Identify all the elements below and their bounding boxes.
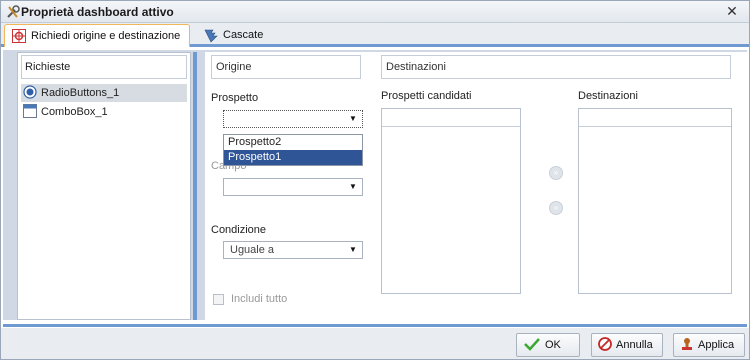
cancel-button[interactable]: Annulla [591, 333, 663, 357]
requests-panel: Richieste RadioButtons_1 ComboBox_1 [17, 52, 191, 320]
destinations-list-header [579, 109, 731, 127]
apply-label: Applica [698, 339, 735, 351]
chevron-down-icon: ▼ [349, 182, 357, 191]
candidates-listbox[interactable] [381, 108, 521, 294]
list-item-label: ComboBox_1 [41, 106, 108, 118]
add-destination-button[interactable]: » [549, 166, 563, 180]
list-item-radiobuttons[interactable]: RadioButtons_1 [21, 84, 187, 102]
dashboard-properties-dialog: Proprietà dashboard attivo ✕ Richiedi or… [0, 0, 750, 360]
footer-divider [3, 324, 747, 327]
prospetto-dropdown: Prospetto2 Prospetto1 [223, 134, 363, 166]
radio-icon [23, 84, 37, 102]
properties-panel: Origine Destinazioni Prospetto ▼ Campo ▼… [205, 52, 747, 320]
origin-header: Origine [211, 55, 361, 79]
ok-label: OK [545, 339, 561, 351]
list-item-label: RadioButtons_1 [41, 87, 120, 99]
checkmark-icon [523, 337, 541, 354]
footer-bar: OK Annulla Applica [1, 328, 749, 359]
close-icon[interactable]: ✕ [725, 4, 739, 18]
chevron-down-icon: ▼ [349, 114, 357, 123]
ok-button[interactable]: OK [516, 333, 580, 357]
combobox-icon [23, 103, 37, 121]
cancel-label: Annulla [616, 339, 653, 351]
candidates-label: Prospetti candidati [381, 90, 472, 102]
condizione-label: Condizione [211, 224, 267, 236]
includi-tutto-label: Includi tutto [231, 293, 288, 305]
dropdown-option-prospetto2[interactable]: Prospetto2 [224, 135, 362, 150]
title-bar: Proprietà dashboard attivo ✕ [1, 1, 749, 23]
dropdown-option-prospetto1[interactable]: Prospetto1 [224, 150, 362, 165]
tab-label: Cascate [223, 29, 264, 41]
tab-request-origin-destination[interactable]: Richiedi origine e destinazione [4, 24, 190, 47]
panel-splitter[interactable] [193, 52, 197, 320]
destinations-listbox[interactable] [578, 108, 732, 294]
requests-header: Richieste [21, 55, 187, 79]
prospetto-label: Prospetto [211, 92, 259, 104]
chevron-down-icon: ▼ [349, 245, 357, 254]
content-area: Richieste RadioButtons_1 ComboBox_1 Orig… [3, 50, 747, 320]
remove-destination-button[interactable]: « [549, 201, 563, 215]
stamp-icon [680, 337, 694, 354]
campo-combo[interactable]: ▼ [223, 178, 363, 196]
tab-strip: Richiedi origine e destinazione Cascate [1, 23, 749, 47]
cascade-icon [203, 27, 219, 43]
candidates-list-header [382, 109, 520, 127]
apply-button[interactable]: Applica [673, 333, 745, 357]
tools-icon [5, 4, 21, 20]
window-title: Proprietà dashboard attivo [21, 5, 174, 19]
includi-tutto-checkbox[interactable] [213, 294, 224, 305]
condizione-combo[interactable]: Uguale a ▼ [223, 241, 363, 259]
tab-label: Richiedi origine e destinazione [31, 30, 181, 42]
tab-cascades[interactable]: Cascate [197, 24, 267, 46]
cancel-icon [598, 336, 612, 354]
target-icon [11, 28, 27, 44]
list-item-combobox[interactable]: ComboBox_1 [21, 103, 187, 121]
condizione-value: Uguale a [230, 244, 275, 256]
destinations-header: Destinazioni [381, 55, 731, 79]
prospetto-combo[interactable]: ▼ [223, 110, 363, 128]
destinations-label: Destinazioni [578, 90, 638, 102]
